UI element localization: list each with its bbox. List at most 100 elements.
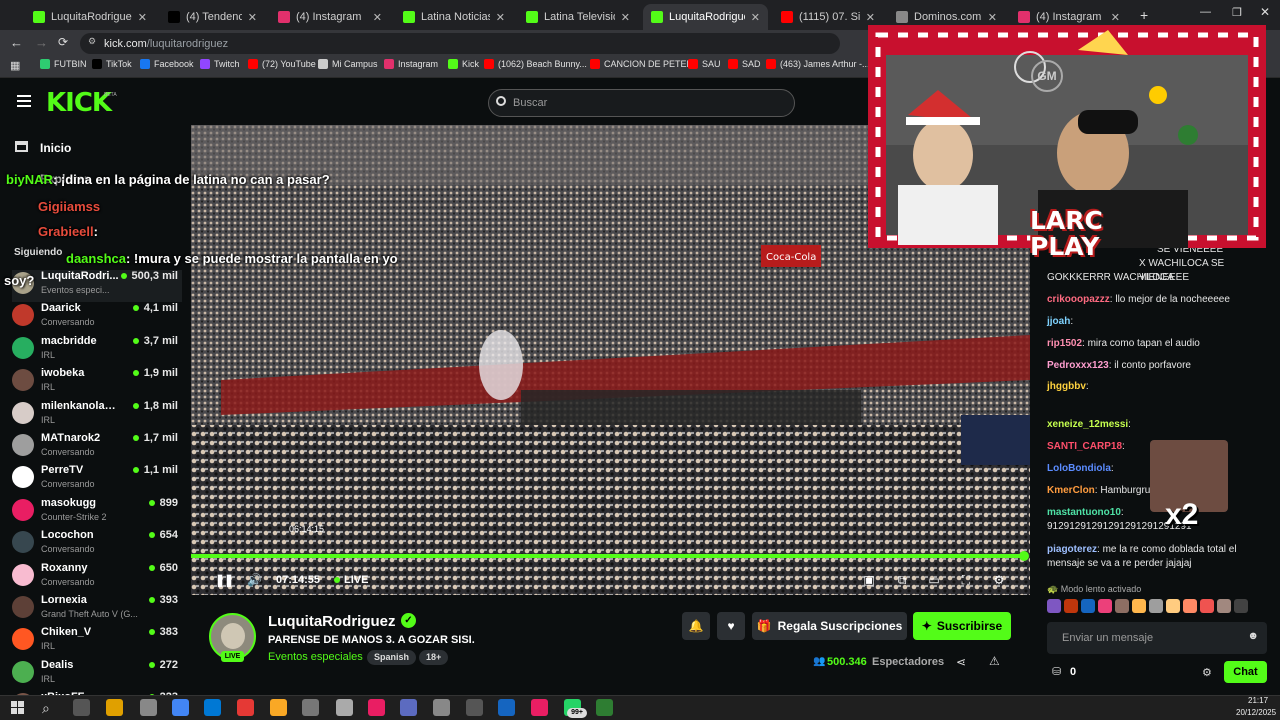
back-icon[interactable]: ← <box>10 35 23 50</box>
chat-username[interactable]: crikooopazzz <box>1047 294 1110 305</box>
bookmark-item[interactable]: (463) James Arthur -... <box>766 59 870 69</box>
sidebar-channel[interactable]: macbridde IRL 3,7 mil <box>12 335 182 367</box>
bookmark-item[interactable]: Facebook <box>140 59 194 69</box>
volume-icon[interactable]: 🔊 <box>247 573 262 587</box>
kick-logo[interactable]: KICK <box>46 88 112 118</box>
taskbar-app-icon[interactable] <box>172 699 189 716</box>
taskbar-app-icon[interactable] <box>73 699 90 716</box>
taskbar-app-icon[interactable] <box>336 699 353 716</box>
taskbar-app-icon[interactable] <box>302 699 319 716</box>
sidebar-channel[interactable]: Locochon Conversando 654 <box>12 529 182 561</box>
chat-username[interactable]: mastantuono10 <box>1047 507 1121 518</box>
taskbar-app-icon[interactable] <box>368 699 385 716</box>
nav-home[interactable]: Inicio <box>40 141 71 155</box>
chat-username[interactable]: SANTI_CARP18 <box>1047 441 1122 452</box>
sidebar-channel[interactable]: iwobeka IRL 1,9 mil <box>12 367 182 399</box>
bookmark-item[interactable]: CANCION DE PETER <box>590 59 693 69</box>
sidebar-channel[interactable]: Roxanny Conversando 650 <box>12 562 182 594</box>
emote-bar[interactable] <box>1047 599 1275 617</box>
bookmark-item[interactable]: Twitch <box>200 59 240 69</box>
tag-mature[interactable]: 18+ <box>419 650 449 665</box>
browser-tab[interactable]: (1115) 07. Si tú la ves ✕ <box>773 4 883 30</box>
follow-heart-icon[interactable]: ♥ <box>717 612 745 640</box>
channel-name[interactable]: LuquitaRodriguez <box>268 613 396 630</box>
tab-close-icon[interactable]: ✕ <box>496 11 505 24</box>
chat-username[interactable]: jjoah <box>1047 316 1070 327</box>
taskbar-app-icon[interactable] <box>498 699 515 716</box>
tag-language[interactable]: Spanish <box>367 650 417 665</box>
chat-settings-icon[interactable]: ⚙ <box>1202 666 1212 679</box>
stream-category[interactable]: Eventos especiales <box>268 651 363 663</box>
clip-icon[interactable]: ⧉ <box>895 573 909 587</box>
taskbar-app-icon[interactable] <box>270 699 287 716</box>
notification-bell-icon[interactable]: 🔔 <box>682 612 710 640</box>
report-icon[interactable]: ⚠ <box>989 654 1000 668</box>
chat-username[interactable]: piagoterez <box>1047 544 1097 555</box>
sidebar-channel[interactable]: Lornexia Grand Theft Auto V (G... 393 <box>12 594 182 626</box>
settings-icon[interactable]: ⚙ <box>992 573 1006 587</box>
tab-close-icon[interactable]: ✕ <box>1111 11 1120 24</box>
chat-username[interactable]: xeneize_12messi <box>1047 419 1128 430</box>
chat-send-button[interactable]: Chat <box>1224 661 1267 683</box>
site-info-icon[interactable]: ⚙ <box>88 36 96 47</box>
bookmark-item[interactable]: SAD <box>728 59 761 69</box>
browser-tab[interactable]: LuquitaRodriguez Str ✕ <box>25 4 155 30</box>
pause-icon[interactable]: ❚❚ <box>215 573 234 587</box>
chat-username[interactable]: Pedroxxx123 <box>1047 360 1109 371</box>
tab-close-icon[interactable]: ✕ <box>373 11 382 24</box>
theater-icon[interactable]: ▭ <box>927 573 941 587</box>
bookmark-item[interactable]: Instagram <box>384 59 438 69</box>
taskbar-app-icon[interactable] <box>400 699 417 716</box>
taskbar-app-icon[interactable] <box>466 699 483 716</box>
tab-close-icon[interactable]: ✕ <box>621 11 630 24</box>
share-icon[interactable]: ⋖ <box>956 655 966 669</box>
bookmark-item[interactable]: FUTBIN <box>40 59 87 69</box>
sidebar-channel[interactable]: MATnarok2 Conversando 1,7 mil <box>12 432 182 464</box>
taskbar-app-icon[interactable] <box>204 699 221 716</box>
sidebar-channel[interactable]: masokugg Counter-Strike 2 899 <box>12 497 182 529</box>
tab-close-icon[interactable]: ✕ <box>138 11 147 24</box>
points-icon[interactable]: ⛁ <box>1052 665 1061 678</box>
progress-thumb[interactable] <box>1019 551 1029 561</box>
taskbar-app-icon[interactable] <box>596 699 613 716</box>
subscribe-button[interactable]: ✦ Suscribirse <box>913 612 1011 640</box>
sidebar-channel[interactable]: LuquitaRodri... Eventos especi... 500,3 … <box>12 270 182 302</box>
sidebar-channel[interactable]: PerreTV Conversando 1,1 mil <box>12 464 182 496</box>
taskbar-app-icon[interactable] <box>433 699 450 716</box>
browser-tab[interactable]: Latina Noticias | Últim ✕ <box>395 4 513 30</box>
minimize-button[interactable]: — <box>1200 6 1211 18</box>
reload-icon[interactable]: ⟳ <box>58 35 68 49</box>
bookmark-item[interactable]: (1062) Beach Bunny... <box>484 59 587 69</box>
progress-bar[interactable] <box>191 554 1025 558</box>
tab-close-icon[interactable]: ✕ <box>751 11 760 24</box>
gift-subs-button[interactable]: 🎁 Regala Suscripciones <box>752 612 907 640</box>
chat-username[interactable]: KmerClon <box>1047 485 1095 496</box>
taskbar-app-icon[interactable] <box>531 699 548 716</box>
chat-username[interactable]: jhggbbv <box>1047 381 1086 392</box>
bookmark-item[interactable]: Kick <box>448 59 479 69</box>
tab-close-icon[interactable]: ✕ <box>988 11 997 24</box>
sidebar-channel[interactable]: Dealis IRL 272 <box>12 659 182 691</box>
browser-tab[interactable]: Latina Televisión, el c ✕ <box>518 4 638 30</box>
chat-username[interactable]: rip1502 <box>1047 338 1082 349</box>
fullscreen-icon[interactable]: ⛶ <box>959 573 973 587</box>
chat-input[interactable]: Enviar un mensaje ☻ <box>1047 622 1267 654</box>
tab-close-icon[interactable]: ✕ <box>248 11 257 24</box>
browser-tab[interactable]: LuquitaRodrigue ✕ <box>643 4 768 30</box>
taskbar-search-icon[interactable]: ⌕ <box>42 700 50 717</box>
bookmark-item[interactable]: (72) YouTube <box>248 59 316 69</box>
browser-tab[interactable]: (4) Tendencias en Arg ✕ <box>160 4 265 30</box>
menu-icon[interactable] <box>17 95 31 107</box>
bookmark-item[interactable]: Mi Campus <box>318 59 378 69</box>
tab-close-icon[interactable]: ✕ <box>866 11 875 24</box>
pip-icon[interactable]: ▣ <box>862 573 876 587</box>
forward-icon[interactable]: → <box>35 35 48 50</box>
url-field[interactable]: ⚙ kick.com/luquitarodriguez <box>80 33 840 54</box>
apps-icon[interactable]: ▦ <box>10 59 20 72</box>
sidebar-channel[interactable]: milenkanolasco IRL 1,8 mil <box>12 400 182 432</box>
emoji-icon[interactable]: ☻ <box>1247 630 1259 642</box>
browser-tab[interactable]: (4) Instagram ✕ <box>270 4 390 30</box>
restore-button[interactable]: ❐ <box>1232 6 1242 19</box>
close-window-button[interactable]: ✕ <box>1260 5 1270 19</box>
sidebar-channel[interactable]: Daarick Conversando 4,1 mil <box>12 302 182 334</box>
